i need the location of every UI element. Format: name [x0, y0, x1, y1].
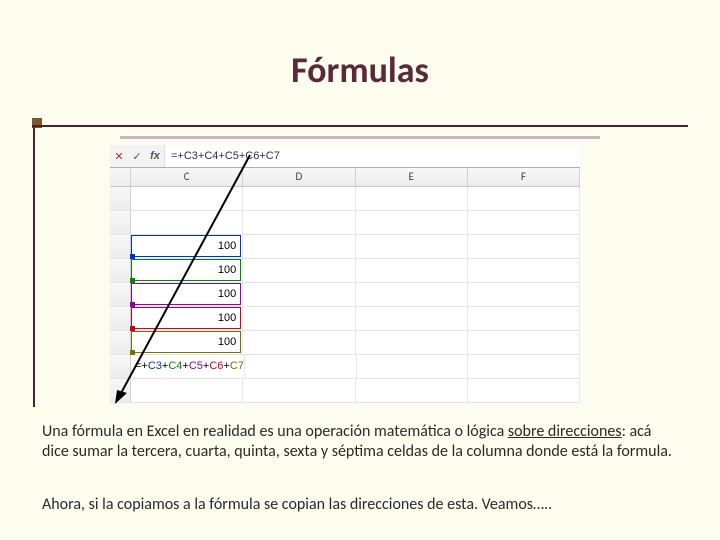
column-headers: C D E F	[110, 168, 580, 187]
cell-c5: 100	[131, 283, 243, 306]
cell-c8-formula: =+C3+C4+C5+C6+C7	[131, 355, 245, 378]
formula-bar-text: =+C3+C4+C5+C6+C7	[164, 145, 580, 167]
col-header: D	[243, 168, 355, 186]
divider-sub	[120, 136, 600, 139]
grid: 100 100 100 100 100 =+C3+C4+C5+C6+C7	[110, 187, 580, 403]
accept-icon: ✓	[128, 150, 146, 163]
col-header: F	[468, 168, 580, 186]
description-paragraph-2: Ahora, si la copiamos a la fórmula se co…	[42, 495, 678, 515]
divider-top	[32, 125, 688, 127]
excel-screenshot: ✕ ✓ fx =+C3+C4+C5+C6+C7 C D E F 100 100 …	[110, 145, 580, 403]
description-paragraph-1: Una fórmula en Excel en realidad es una …	[42, 422, 678, 462]
slide-title: Fórmulas	[0, 48, 720, 92]
cancel-icon: ✕	[110, 150, 128, 163]
col-header: C	[131, 168, 243, 186]
fx-icon: fx	[146, 150, 164, 162]
cell-c4: 100	[131, 259, 243, 282]
col-header: E	[356, 168, 468, 186]
cell-c7: 100	[131, 331, 243, 354]
cell-c3: 100	[131, 235, 243, 258]
formula-bar: ✕ ✓ fx =+C3+C4+C5+C6+C7	[110, 145, 580, 168]
cell-c6: 100	[131, 307, 243, 330]
divider-left	[33, 127, 35, 407]
